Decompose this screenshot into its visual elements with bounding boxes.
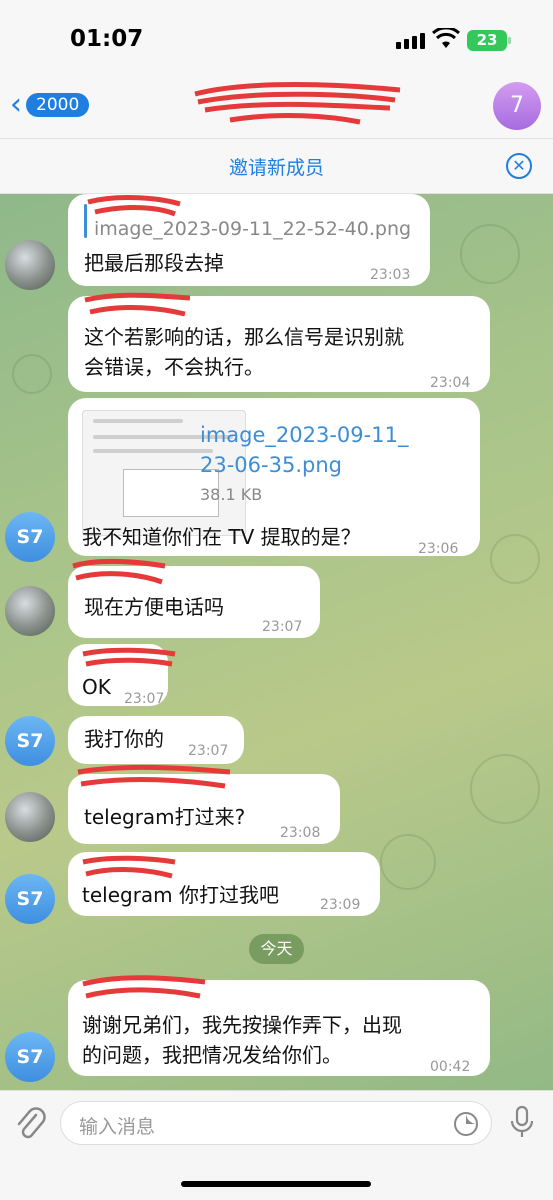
message-input-placeholder: 输入消息	[79, 1116, 156, 1138]
message-time: 23:06	[418, 541, 459, 557]
message-text-line: 这个若影响的话，那么信号是识别就	[84, 325, 404, 349]
redacted-sender	[72, 558, 166, 585]
redacted-sender	[85, 194, 181, 217]
wifi-icon	[432, 28, 460, 48]
paperclip-icon[interactable]	[14, 1105, 46, 1141]
avatar-s7[interactable]: S7	[5, 716, 55, 766]
chat-area[interactable]: image_2023-09-11_22-52-40.png 把最后那段去掉 23…	[0, 194, 553, 1090]
message-text: 现在方便电话吗	[84, 595, 224, 619]
avatar[interactable]	[5, 586, 55, 636]
message-composer: 输入消息	[0, 1090, 553, 1200]
cellular-signal-icon	[396, 33, 425, 49]
invite-banner: 邀请新成员 ✕	[0, 138, 553, 194]
redacted-sender	[82, 855, 176, 879]
background-doodle	[470, 754, 540, 824]
redacted-sender	[77, 764, 231, 789]
message-time: 00:42	[430, 1059, 471, 1075]
background-doodle	[460, 224, 520, 284]
message-text: 我打你的	[84, 727, 164, 751]
message-text: telegram打过来?	[84, 805, 246, 829]
message-time: 23:07	[124, 691, 165, 707]
avatar[interactable]	[5, 792, 55, 842]
message-text: telegram 你打过我吧	[82, 883, 280, 907]
message-time: 23:03	[370, 267, 411, 283]
avatar-s7[interactable]: S7	[5, 512, 55, 562]
message-bubble[interactable]: 我打你的 23:07	[68, 716, 244, 764]
message-time: 23:09	[320, 897, 361, 913]
avatar-s7[interactable]: S7	[5, 1032, 55, 1082]
message-text: OK	[82, 675, 111, 699]
file-size: 38.1 KB	[200, 485, 263, 504]
chevron-left-icon: ‹	[10, 87, 22, 122]
message-text-line: 谢谢兄弟们，我先按操作弄下，出现	[82, 1013, 402, 1037]
avatar[interactable]	[5, 240, 55, 290]
message-text: 我不知道你们在 TV 提取的是？	[82, 525, 361, 549]
microphone-icon[interactable]	[508, 1105, 536, 1141]
date-divider: 今天	[249, 934, 304, 964]
battery-icon: 23	[467, 30, 511, 51]
message-text: 把最后那段去掉	[84, 251, 224, 275]
sticker-icon[interactable]	[453, 1111, 479, 1137]
message-text-line: 会错误，不会执行。	[84, 355, 264, 379]
status-bar: 01:07 23	[0, 0, 553, 82]
group-avatar[interactable]: 7	[493, 82, 541, 130]
invite-members-link[interactable]: 邀请新成员	[0, 153, 553, 180]
close-icon[interactable]: ✕	[506, 153, 532, 179]
back-button[interactable]: ‹ 2000	[10, 87, 90, 122]
message-time: 23:07	[262, 619, 303, 635]
message-time: 23:07	[188, 743, 229, 759]
file-name-line[interactable]: image_2023-09-11_	[200, 420, 408, 450]
message-input[interactable]: 输入消息	[60, 1101, 492, 1145]
background-doodle	[490, 534, 540, 584]
message-text-line: 的问题，我把情况发给你们。	[82, 1043, 342, 1067]
home-indicator	[181, 1181, 371, 1187]
chat-header: ‹ 2000 7	[0, 82, 553, 138]
unread-count-badge: 2000	[26, 93, 90, 117]
avatar-s7[interactable]: S7	[5, 874, 55, 924]
file-message-bubble[interactable]: image_2023-09-11_ 23-06-35.png 38.1 KB 我…	[68, 398, 480, 557]
redacted-sender	[82, 647, 176, 667]
background-doodle	[380, 834, 436, 890]
redacted-sender	[84, 292, 191, 317]
redacted-sender	[82, 975, 206, 999]
background-doodle	[12, 354, 52, 394]
redacted-chat-title[interactable]	[190, 82, 410, 132]
message-time: 23:08	[280, 825, 321, 841]
file-name-line[interactable]: 23-06-35.png	[200, 450, 342, 480]
status-time: 01:07	[70, 26, 144, 52]
message-time: 23:04	[430, 375, 471, 391]
